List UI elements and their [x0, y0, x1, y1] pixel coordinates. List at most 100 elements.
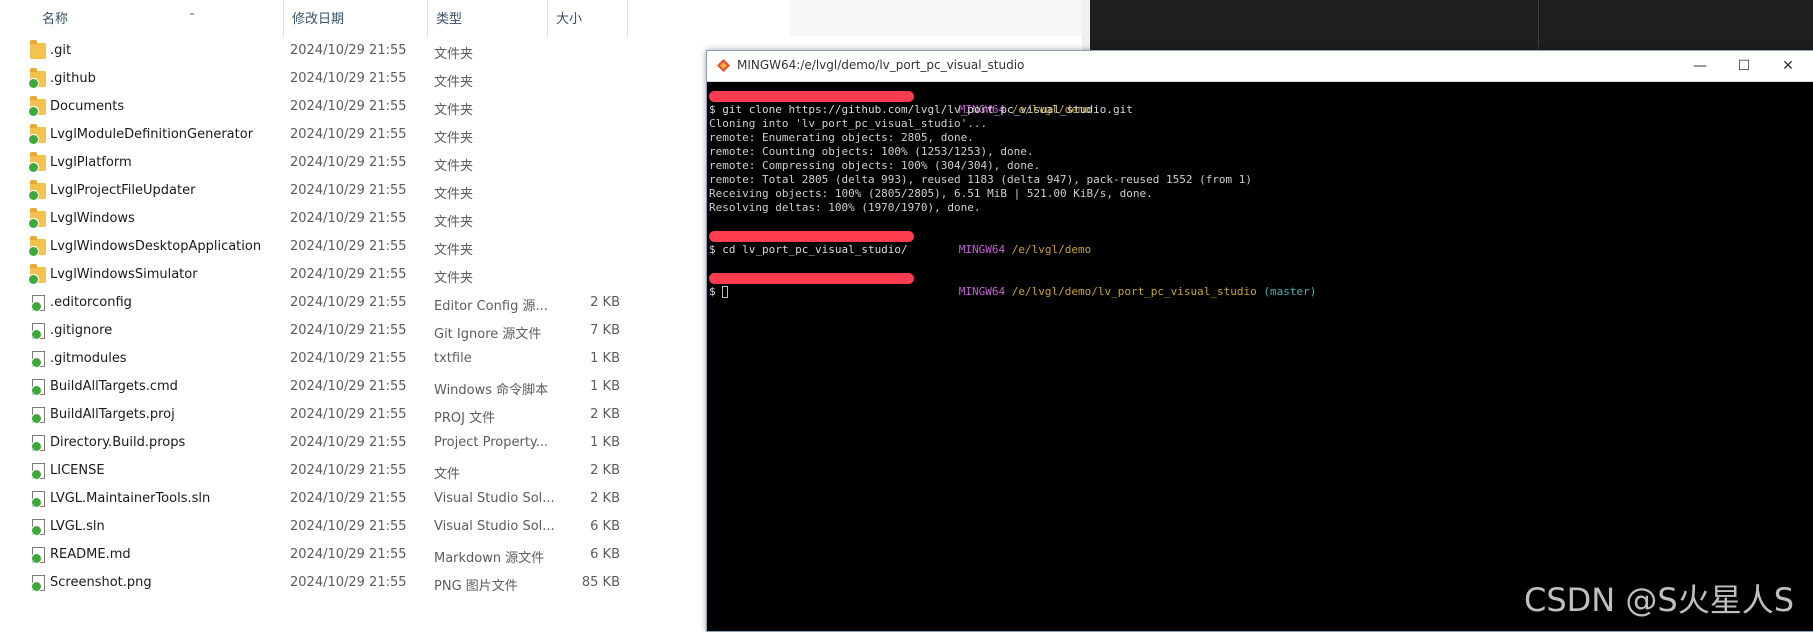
output-line: Receiving objects: 100% (2805/2805), 6.5…: [709, 187, 1153, 200]
column-header-name[interactable]: 名称 ⌃: [34, 0, 284, 38]
column-header-date[interactable]: 修改日期: [284, 0, 428, 38]
file-list-item[interactable]: .git 2024/10/29 21:55 文件夹: [0, 37, 790, 65]
file-list-item[interactable]: LICENSE 2024/10/29 21:55 文件 2 KB: [0, 457, 790, 485]
file-list-item[interactable]: LvglProjectFileUpdater 2024/10/29 21:55 文件…: [0, 177, 790, 205]
file-list-item[interactable]: Directory.Build.props 2024/10/29 21:55 Pro…: [0, 429, 790, 457]
file-list-item[interactable]: .github 2024/10/29 21:55 文件夹: [0, 65, 790, 93]
file-type: Visual Studio Sol...: [434, 519, 555, 534]
file-type: Visual Studio Sol...: [434, 491, 555, 506]
file-name: LVGL.MaintainerTools.sln: [50, 491, 211, 506]
file-size: 85 KB: [581, 575, 620, 590]
file-list-item[interactable]: Documents 2024/10/29 21:55 文件夹: [0, 93, 790, 121]
git-status-icon: [31, 329, 42, 340]
file-list-item[interactable]: .gitignore 2024/10/29 21:55 Git Ignore 源文件…: [0, 317, 790, 345]
terminal-console[interactable]: MINGW64 /e/lvgl/demo $ git clone https:/…: [709, 85, 1813, 631]
git-status-icon: [31, 497, 42, 508]
file-type: txtfile: [434, 351, 472, 366]
column-header-size[interactable]: 大小: [548, 0, 628, 38]
file-list-item[interactable]: Screenshot.png 2024/10/29 21:55 PNG 图片文件 85…: [0, 569, 790, 597]
prompt-line-2: MINGW64 /e/lvgl/demo: [709, 229, 1091, 256]
command-line-1: $ git clone https://github.com/lvgl/lv_p…: [709, 103, 1133, 116]
git-status-icon: [31, 357, 42, 368]
file-type: 文件夹: [434, 47, 474, 62]
folder-icon: [28, 180, 46, 201]
folder-icon: [28, 236, 46, 257]
file-name: LICENSE: [50, 463, 105, 478]
file-icon: [31, 519, 45, 536]
prompt-line-1: MINGW64 /e/lvgl/demo: [709, 89, 1091, 116]
file-icon: [31, 547, 45, 564]
file-list-item[interactable]: .gitmodules 2024/10/29 21:55 txtfile 1 KB: [0, 345, 790, 373]
file-list-item[interactable]: LvglPlatform 2024/10/29 21:55 文件夹: [0, 149, 790, 177]
git-status-icon: [28, 106, 39, 117]
file-icon: [31, 323, 45, 340]
file-icon: [31, 295, 45, 312]
column-header-size-label: 大小: [556, 12, 583, 27]
output-line: remote: Enumerating objects: 2805, done.: [709, 131, 974, 144]
output-line: remote: Total 2805 (delta 993), reused 1…: [709, 173, 1253, 186]
column-header-type[interactable]: 类型: [428, 0, 548, 38]
watermark: CSDN @S火星人S: [1524, 581, 1795, 619]
file-list-item[interactable]: LvglModuleDefinitionGenerator 2024/10/29 …: [0, 121, 790, 149]
file-date: 2024/10/29 21:55: [290, 211, 407, 226]
redacted-username: [709, 273, 914, 284]
file-list-item[interactable]: LvglWindows 2024/10/29 21:55 文件夹: [0, 205, 790, 233]
file-date: 2024/10/29 21:55: [290, 323, 407, 338]
terminal-title: MINGW64:/e/lvgl/demo/lv_port_pc_visual_s…: [737, 58, 1025, 72]
file-list-item[interactable]: BuildAllTargets.cmd 2024/10/29 21:55 Windo…: [0, 373, 790, 401]
prompt-path: /e/lvgl/demo: [1011, 243, 1092, 256]
terminal-titlebar[interactable]: MINGW64:/e/lvgl/demo/lv_port_pc_visual_s…: [707, 51, 1813, 82]
file-type: Editor Config 源...: [434, 299, 548, 314]
file-date: 2024/10/29 21:55: [290, 575, 407, 590]
file-list-item[interactable]: BuildAllTargets.proj 2024/10/29 21:55 PROJ…: [0, 401, 790, 429]
file-list-item[interactable]: LvglWindowsSimulator 2024/10/29 21:55 文件夹: [0, 261, 790, 289]
file-date: 2024/10/29 21:55: [290, 491, 407, 506]
file-name: BuildAllTargets.cmd: [50, 379, 178, 394]
explorer-empty-area: [790, 0, 1090, 36]
file-name: README.md: [50, 547, 131, 562]
file-name: LvglWindowsSimulator: [50, 267, 198, 282]
output-line: remote: Counting objects: 100% (1253/125…: [709, 145, 1034, 158]
file-date: 2024/10/29 21:55: [290, 127, 407, 142]
file-list-item[interactable]: README.md 2024/10/29 21:55 Markdown 源文件 6 K…: [0, 541, 790, 569]
git-status-icon: [28, 218, 39, 229]
file-name: .git: [50, 43, 72, 58]
git-status-icon: [28, 274, 39, 285]
file-icon: [31, 463, 45, 480]
git-status-icon: [31, 441, 42, 452]
file-name: Directory.Build.props: [50, 435, 186, 450]
file-name: LVGL.sln: [50, 519, 105, 534]
file-date: 2024/10/29 21:55: [290, 43, 407, 58]
file-name: LvglModuleDefinitionGenerator: [50, 127, 254, 142]
close-button[interactable]: ✕: [1768, 54, 1808, 78]
file-name: LvglPlatform: [50, 155, 132, 170]
file-list-item[interactable]: LVGL.MaintainerTools.sln 2024/10/29 21:55…: [0, 485, 790, 513]
file-size: 2 KB: [590, 295, 620, 310]
folder-icon: [28, 124, 46, 145]
file-type: 文件夹: [434, 159, 474, 174]
file-type: 文件: [434, 467, 461, 482]
folder-icon: [28, 208, 46, 229]
file-date: 2024/10/29 21:55: [290, 71, 407, 86]
file-list-item[interactable]: .editorconfig 2024/10/29 21:55 Editor Conf…: [0, 289, 790, 317]
file-date: 2024/10/29 21:55: [290, 183, 407, 198]
file-icon: [31, 351, 45, 368]
file-list-item[interactable]: LVGL.sln 2024/10/29 21:55 Visual Studio So…: [0, 513, 790, 541]
folder-icon: [28, 96, 46, 117]
git-status-icon: [31, 553, 42, 564]
file-size: 2 KB: [590, 491, 620, 506]
minimize-button[interactable]: —: [1680, 54, 1720, 78]
output-line: Resolving deltas: 100% (1970/1970), done…: [709, 201, 981, 214]
file-icon: [31, 491, 45, 508]
file-date: 2024/10/29 21:55: [290, 547, 407, 562]
file-type: 文件夹: [434, 103, 474, 118]
file-list-item[interactable]: LvglWindowsDesktopApplication 2024/10/29 …: [0, 233, 790, 261]
prompt-env: MINGW64: [958, 285, 1006, 298]
file-size: 2 KB: [590, 407, 620, 422]
terminal-window[interactable]: MINGW64:/e/lvgl/demo/lv_port_pc_visual_s…: [706, 50, 1813, 632]
file-type: Project Property...: [434, 435, 549, 450]
file-date: 2024/10/29 21:55: [290, 239, 407, 254]
file-type: 文件夹: [434, 75, 474, 90]
file-name: .github: [50, 71, 96, 86]
maximize-button[interactable]: ☐: [1724, 54, 1764, 78]
